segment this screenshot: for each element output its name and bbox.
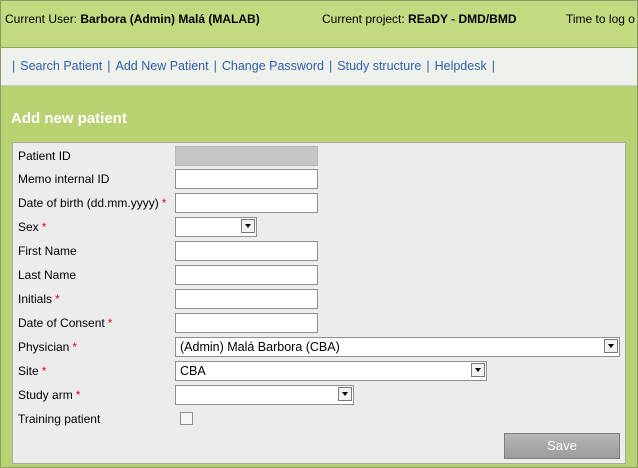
site-select[interactable]: CBA <box>175 361 487 381</box>
row-patient-id: Patient ID <box>13 146 625 168</box>
nav-separator: | <box>491 59 495 73</box>
label-dob: Date of birth (dd.mm.yyyy) * <box>18 196 167 210</box>
nav-separator: | <box>329 59 333 73</box>
chevron-down-icon[interactable] <box>604 339 618 353</box>
chevron-down-icon[interactable] <box>338 387 352 401</box>
dob-input[interactable] <box>175 193 318 213</box>
current-user-name: Barbora (Admin) Malá (MALAB) <box>80 12 260 26</box>
nav-separator: | <box>107 59 111 73</box>
label-consent: Date of Consent * <box>18 316 113 330</box>
nav-change-password[interactable]: Change Password <box>222 59 324 73</box>
chevron-down-icon[interactable] <box>471 363 485 377</box>
label-sex: Sex * <box>18 220 47 234</box>
current-project-name: REaDY - DMD/BMD <box>408 12 517 26</box>
row-memo-id: Memo internal ID <box>13 169 625 191</box>
nav-search-patient[interactable]: Search Patient <box>20 59 102 73</box>
required-mark: * <box>41 364 47 378</box>
add-patient-form: Patient ID Memo internal ID Date of birt… <box>12 142 626 464</box>
nav-separator: | <box>12 59 16 73</box>
label-site: Site * <box>18 364 47 378</box>
chevron-down-icon[interactable] <box>241 219 255 233</box>
required-mark: * <box>75 388 81 402</box>
required-mark: * <box>41 220 47 234</box>
patient-id-field <box>175 146 318 166</box>
row-study-arm: Study arm * <box>13 385 625 407</box>
label-patient-id: Patient ID <box>18 149 71 163</box>
logout-timer: Time to log o <box>566 12 635 26</box>
label-study-arm: Study arm * <box>18 388 81 402</box>
nav-add-new-patient[interactable]: Add New Patient <box>116 59 209 73</box>
training-patient-checkbox[interactable] <box>180 412 193 425</box>
main-nav: | Search Patient | Add New Patient | Change P… <box>1 48 637 86</box>
row-consent: Date of Consent * <box>13 313 625 335</box>
nav-helpdesk[interactable]: Helpdesk <box>435 59 487 73</box>
page-title: Add new patient <box>11 110 127 127</box>
label-physician: Physician * <box>18 340 78 354</box>
consent-date-input[interactable] <box>175 313 318 333</box>
study-arm-select[interactable] <box>175 385 354 405</box>
required-mark: * <box>107 316 113 330</box>
row-last-name: Last Name <box>13 265 625 287</box>
nav-separator: | <box>213 59 217 73</box>
initials-input[interactable] <box>175 289 318 309</box>
nav-separator: | <box>426 59 430 73</box>
memo-id-input[interactable] <box>175 169 318 189</box>
last-name-input[interactable] <box>175 265 318 285</box>
label-first-name: First Name <box>18 244 77 258</box>
row-first-name: First Name <box>13 241 625 263</box>
physician-select-value: (Admin) Malá Barbora (CBA) <box>180 340 340 354</box>
label-initials: Initials * <box>18 292 60 306</box>
required-mark: * <box>55 292 60 306</box>
row-training: Training patient <box>13 409 625 431</box>
required-mark: * <box>161 196 167 210</box>
sex-select[interactable] <box>175 217 257 237</box>
row-initials: Initials * <box>13 289 625 311</box>
first-name-input[interactable] <box>175 241 318 261</box>
save-button[interactable]: Save <box>504 433 620 459</box>
row-sex: Sex * <box>13 217 625 239</box>
label-training: Training patient <box>18 412 101 426</box>
row-dob: Date of birth (dd.mm.yyyy) * <box>13 193 625 215</box>
current-project: Current project: REaDY - DMD/BMD <box>322 12 517 26</box>
nav-study-structure[interactable]: Study structure <box>337 59 421 73</box>
site-select-value: CBA <box>180 364 206 378</box>
nav-links: | Search Patient | Add New Patient | Change P… <box>7 59 500 73</box>
row-physician: Physician * (Admin) Malá Barbora (CBA) <box>13 337 625 359</box>
label-last-name: Last Name <box>18 268 77 282</box>
physician-select[interactable]: (Admin) Malá Barbora (CBA) <box>175 337 620 357</box>
current-user: Current User: Barbora (Admin) Malá (MALA… <box>5 12 260 26</box>
row-site: Site * CBA <box>13 361 625 383</box>
required-mark: * <box>72 340 78 354</box>
label-memo-id: Memo internal ID <box>18 172 110 186</box>
top-info-bar: Current User: Barbora (Admin) Malá (MALA… <box>1 1 637 48</box>
